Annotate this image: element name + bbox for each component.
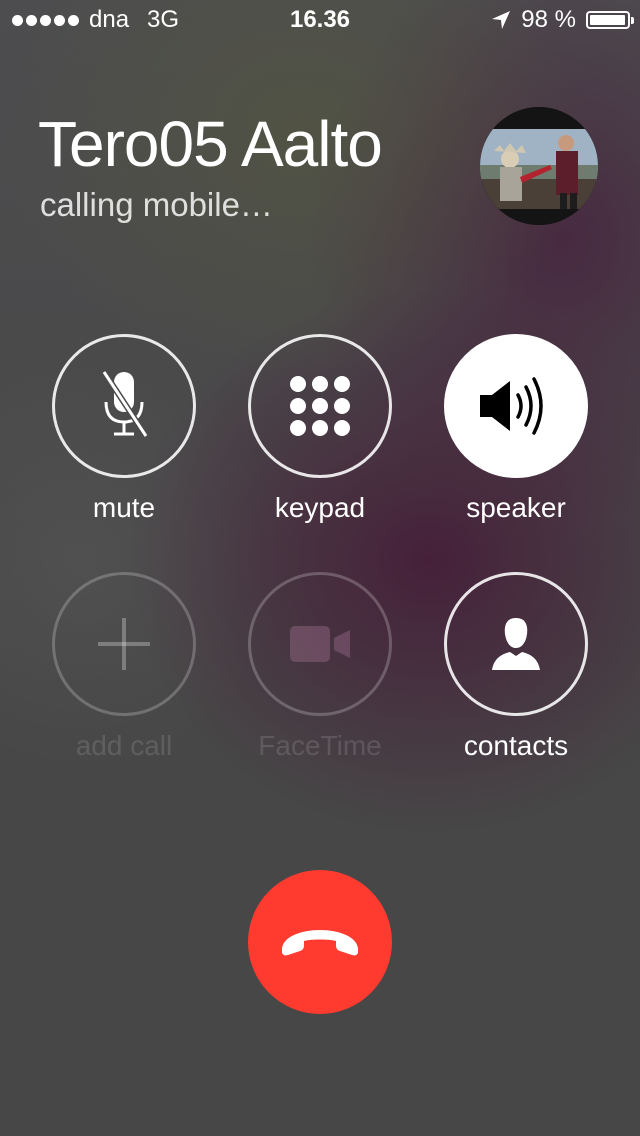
plus-icon: [98, 618, 150, 670]
person-icon: [492, 618, 540, 670]
facetime-circle[interactable]: [248, 572, 392, 716]
contacts-circle[interactable]: [444, 572, 588, 716]
caller-avatar: [480, 107, 598, 225]
mute-circle[interactable]: [52, 334, 196, 478]
mic-off-icon: [101, 370, 149, 438]
battery-percent: 98 %: [521, 6, 576, 33]
status-right: 98 %: [491, 0, 634, 40]
speaker-label: speaker: [466, 492, 566, 523]
contacts-button[interactable]: contacts: [416, 572, 616, 762]
add-call-button[interactable]: add call: [24, 572, 224, 762]
mute-label: mute: [92, 492, 156, 523]
keypad-label: keypad: [274, 492, 366, 523]
keypad-button[interactable]: keypad: [220, 334, 420, 524]
video-camera-icon: [290, 626, 350, 662]
mute-button[interactable]: mute: [24, 334, 224, 524]
add-call-circle[interactable]: [52, 572, 196, 716]
contacts-label: contacts: [463, 730, 569, 761]
end-call-button[interactable]: [248, 870, 392, 1014]
caller-name: Tero05 Aalto: [38, 108, 383, 180]
speaker-icon: [480, 377, 543, 435]
speaker-circle[interactable]: [444, 334, 588, 478]
location-arrow-icon: [492, 11, 511, 29]
call-status: calling mobile…: [40, 186, 273, 223]
speaker-button[interactable]: speaker: [416, 334, 616, 524]
add-call-label: add call: [75, 730, 173, 761]
facetime-button[interactable]: FaceTime: [220, 572, 420, 762]
phone-hangup-icon: [282, 930, 358, 956]
battery-icon: [586, 11, 634, 29]
status-bar: dna 3G 16.36 98 %: [0, 0, 640, 40]
keypad-icon: [290, 376, 350, 436]
keypad-circle[interactable]: [248, 334, 392, 478]
facetime-label: FaceTime: [258, 730, 382, 761]
